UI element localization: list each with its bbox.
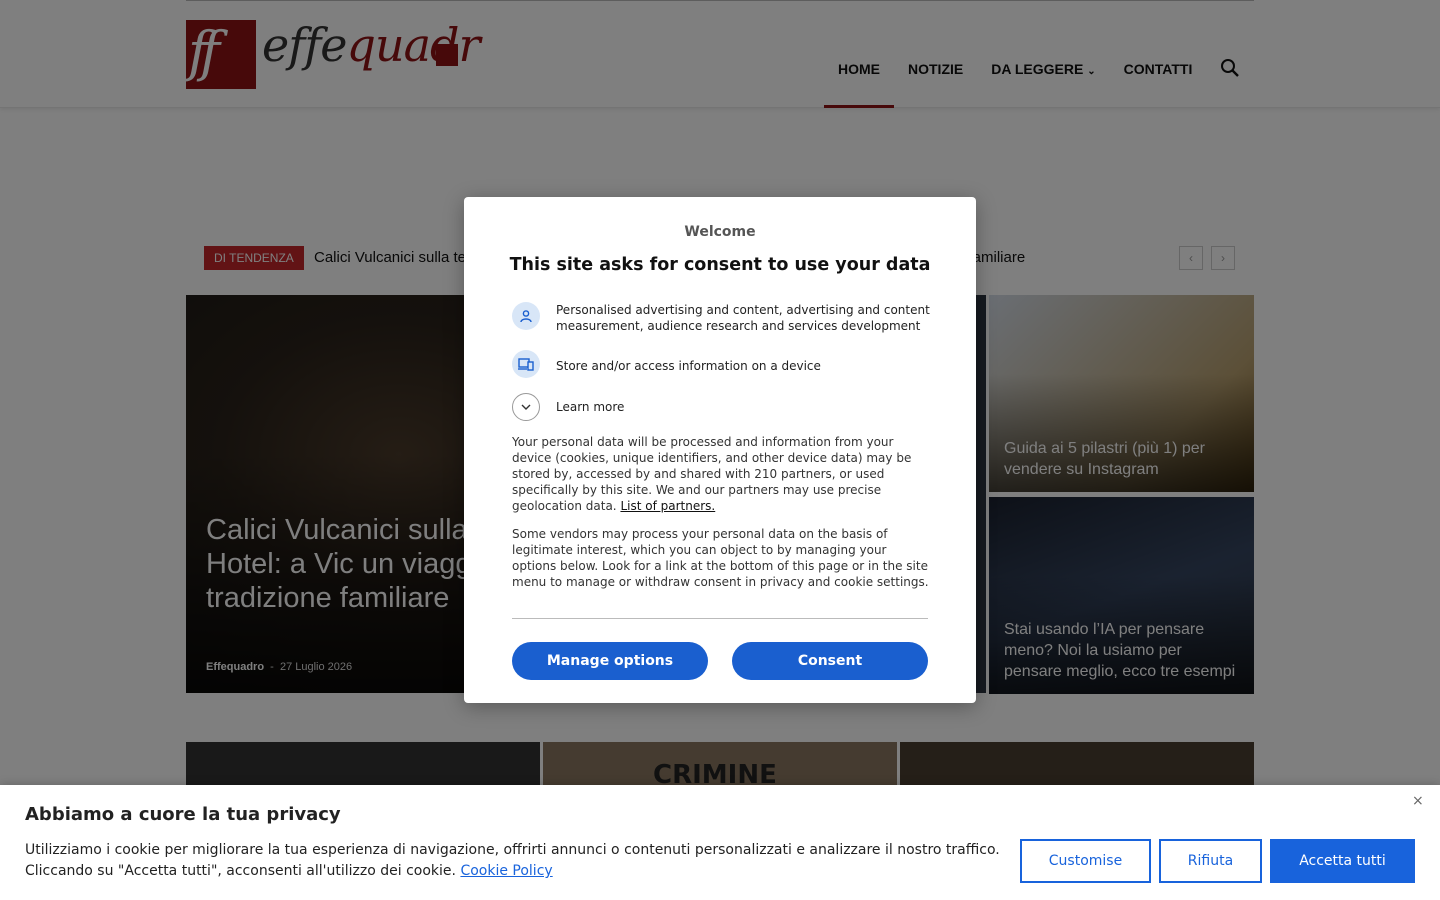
cookie-policy-link[interactable]: Cookie Policy <box>460 863 552 879</box>
modal-divider <box>512 618 928 619</box>
manage-options-button[interactable]: Manage options <box>512 642 708 680</box>
cookie-banner-text: Utilizziamo i cookie per migliorare la t… <box>25 840 1015 882</box>
modal-welcome: Welcome <box>684 224 756 240</box>
purpose-store-text: Store and/or access information on a dev… <box>556 359 821 373</box>
partners-link[interactable]: List of partners. <box>620 499 715 513</box>
accept-all-button[interactable]: Accetta tutti <box>1270 839 1415 883</box>
person-icon <box>512 302 540 330</box>
consent-paragraph-1: Your personal data will be processed and… <box>512 434 930 514</box>
learn-more-label[interactable]: Learn more <box>556 399 624 415</box>
purpose-personalised-text: Personalised advertising and content, ad… <box>556 303 930 333</box>
reject-button[interactable]: Rifiuta <box>1159 839 1262 883</box>
close-icon[interactable]: × <box>1412 793 1424 809</box>
cookie-banner-title: Abbiamo a cuore la tua privacy <box>25 804 341 825</box>
cookie-banner: Abbiamo a cuore la tua privacy × Utilizz… <box>0 785 1440 900</box>
devices-icon <box>512 350 540 378</box>
consent-modal: Welcome This site asks for consent to us… <box>464 197 976 703</box>
consent-paragraph-2: Some vendors may process your personal d… <box>512 527 929 589</box>
consent-button[interactable]: Consent <box>732 642 928 680</box>
chevron-down-icon[interactable] <box>512 393 540 421</box>
customise-button[interactable]: Customise <box>1020 839 1151 883</box>
modal-title: This site asks for consent to use your d… <box>509 255 931 275</box>
